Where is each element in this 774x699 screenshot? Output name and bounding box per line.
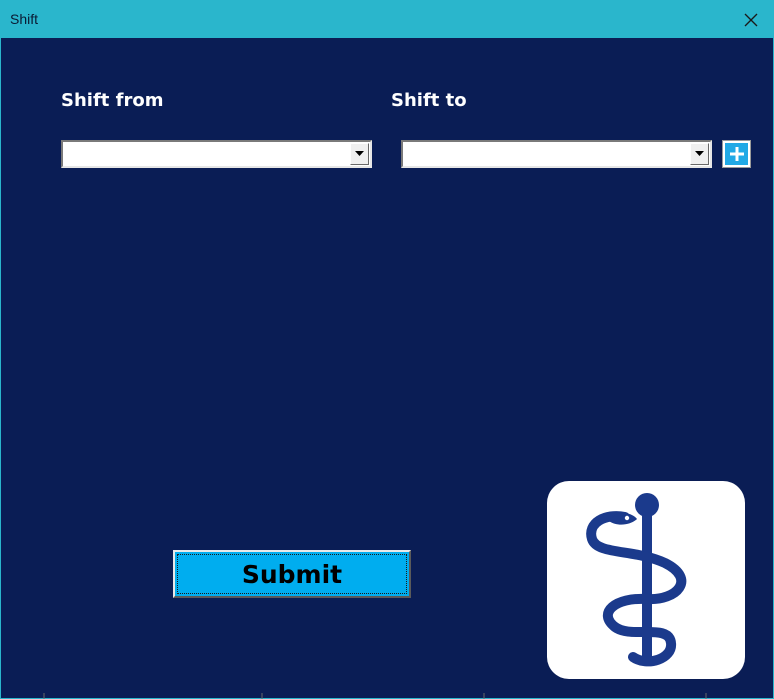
window-bottom-edge — [43, 693, 707, 699]
plus-icon — [729, 147, 744, 161]
window-title: Shift — [10, 11, 39, 27]
close-icon — [744, 13, 758, 26]
chevron-down-icon — [695, 151, 704, 156]
shift-to-combobox[interactable] — [401, 140, 712, 168]
shift-from-combobox[interactable] — [61, 140, 372, 168]
submit-button[interactable]: Submit — [173, 550, 411, 598]
add-shift-button[interactable] — [722, 140, 751, 168]
close-button[interactable] — [729, 1, 773, 38]
title-bar[interactable]: Shift — [1, 1, 773, 38]
shift-to-label: Shift to — [391, 90, 467, 111]
shift-dialog: Shift Shift from Shift to Submit — [0, 0, 774, 699]
submit-label: Submit — [241, 559, 343, 589]
shift-from-label: Shift from — [61, 90, 164, 111]
shift-to-dropdown-button[interactable] — [690, 143, 709, 165]
shift-from-field[interactable] — [63, 142, 348, 166]
chevron-down-icon — [355, 151, 364, 156]
rod-of-asclepius-icon — [586, 493, 687, 667]
shift-from-dropdown-button[interactable] — [350, 143, 369, 165]
medical-logo — [547, 481, 745, 679]
shift-to-field[interactable] — [403, 142, 688, 166]
